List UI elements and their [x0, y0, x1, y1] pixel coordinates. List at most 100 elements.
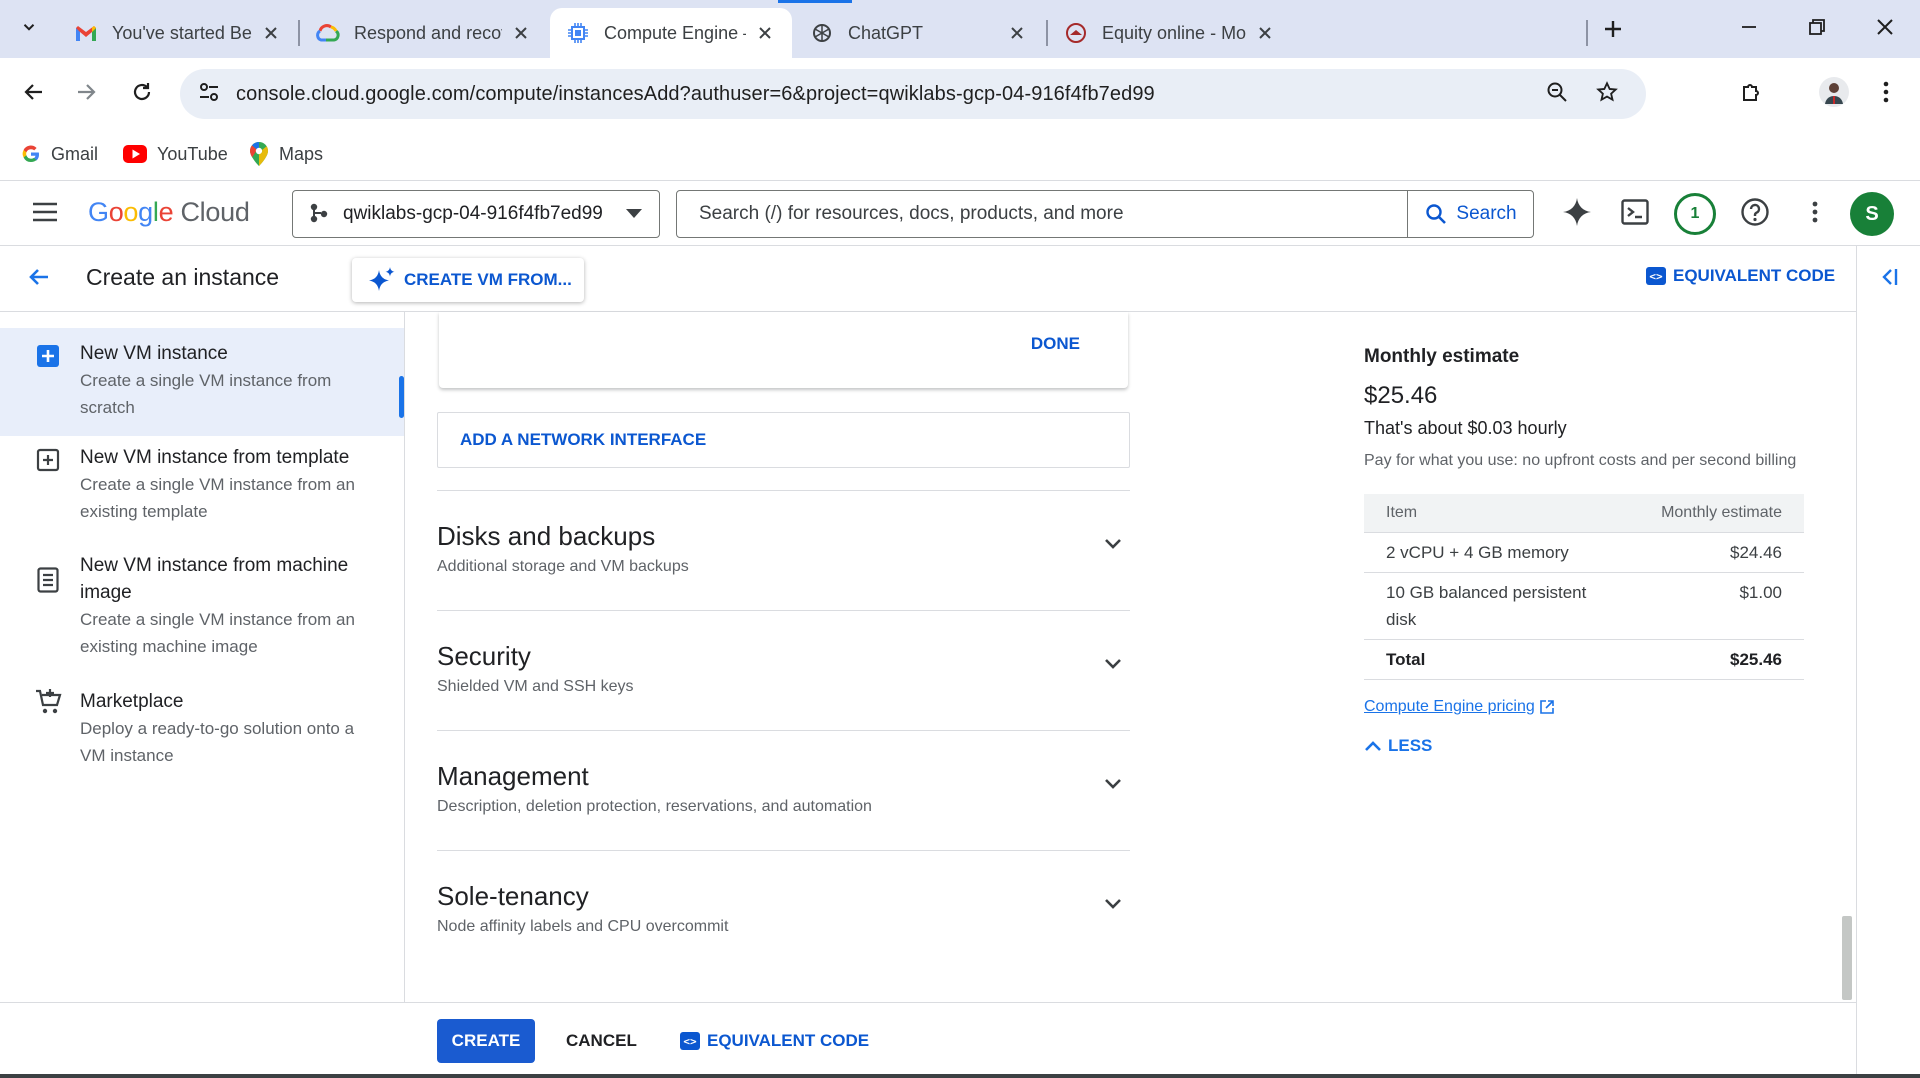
equivalent-code-label: EQUIVALENT CODE [1673, 266, 1836, 285]
row-cost: $1.00 [1624, 572, 1804, 640]
browser-menu-button[interactable] [1866, 74, 1906, 114]
browser-tab-gmail[interactable]: You've started Beginner: C [58, 8, 298, 58]
create-vm-from-button[interactable]: CREATE VM FROM... [352, 258, 584, 302]
restore-icon [1808, 18, 1826, 41]
section-management[interactable]: Management Description, deletion protect… [437, 730, 1130, 850]
nav-item-title: Marketplace [80, 691, 184, 712]
instance-form: DONE ADD A NETWORK INTERFACE Disks and b… [406, 312, 1156, 1002]
section-security[interactable]: Security Shielded VM and SSH keys [437, 610, 1130, 730]
gemini-button[interactable] [1558, 195, 1596, 233]
sparkle-icon [1562, 197, 1592, 232]
console-search[interactable]: Search (/) for resources, docs, products… [676, 190, 1534, 238]
monthly-estimate-total: $25.46 [1364, 382, 1438, 409]
compute-engine-icon [566, 21, 590, 45]
forward-button[interactable] [66, 74, 106, 114]
back-button[interactable] [14, 74, 54, 114]
close-icon[interactable] [510, 22, 532, 44]
browser-tab-compute-engine[interactable]: Compute Engine – qwikla [550, 8, 792, 58]
close-icon[interactable] [260, 22, 282, 44]
main-menu-button[interactable] [26, 195, 64, 233]
nav-new-vm-from-machine-image[interactable]: New VM instance from machine image Creat… [0, 550, 404, 680]
section-disks-and-backups[interactable]: Disks and backups Additional storage and… [437, 490, 1130, 610]
section-sole-tenancy[interactable]: Sole-tenancy Node affinity labels and CP… [437, 850, 1130, 970]
total-label: Total [1364, 639, 1624, 680]
more-options-button[interactable] [1796, 195, 1834, 233]
compute-engine-pricing-link[interactable]: Compute Engine pricing [1364, 698, 1554, 716]
bookmark-label: YouTube [157, 143, 228, 164]
equivalent-code-button[interactable]: <> EQUIVALENT CODE [1646, 266, 1835, 286]
help-icon [1740, 197, 1770, 232]
reload-button[interactable] [122, 74, 162, 114]
collapse-panel-button[interactable] [1875, 262, 1905, 296]
project-name: qwiklabs-gcp-04-916f4fb7ed99 [343, 203, 603, 224]
row-item: 2 vCPU + 4 GB memory [1364, 532, 1624, 573]
bookmark-gmail[interactable]: Gmail [20, 140, 98, 168]
profile-button[interactable] [1814, 74, 1854, 114]
nav-new-vm-instance[interactable]: New VM instance Create a single VM insta… [0, 328, 404, 436]
notifications-badge[interactable]: 1 [1674, 193, 1716, 235]
total-cost: $25.46 [1624, 639, 1804, 680]
expand-chevron-icon[interactable] [1098, 529, 1128, 559]
billing-note: Pay for what you use: no upfront costs a… [1364, 452, 1797, 469]
restore-button[interactable] [1794, 10, 1840, 48]
page-back-button[interactable] [20, 260, 58, 298]
browser-tab-chatgpt[interactable]: ChatGPT [794, 8, 1044, 58]
minimize-icon [1740, 18, 1758, 41]
extensions-button[interactable] [1732, 74, 1772, 114]
project-picker[interactable]: qwiklabs-gcp-04-916f4fb7ed99 [292, 190, 660, 238]
minimize-button[interactable] [1726, 10, 1772, 48]
column-header-item: Item [1364, 494, 1624, 533]
url-text[interactable]: console.cloud.google.com/compute/instanc… [236, 69, 1155, 119]
close-icon[interactable] [1254, 22, 1276, 44]
expand-chevron-icon[interactable] [1098, 649, 1128, 679]
nav-item-title: New VM instance from template [80, 447, 350, 468]
reload-icon [130, 80, 154, 109]
new-tab-button[interactable] [1596, 14, 1630, 48]
account-avatar[interactable]: S [1850, 192, 1894, 236]
arrow-left-icon [22, 80, 46, 109]
chatgpt-icon [810, 21, 834, 45]
add-network-interface-button[interactable]: ADD A NETWORK INTERFACE [437, 412, 1130, 468]
cancel-button[interactable]: CANCEL [566, 1031, 637, 1051]
search-input[interactable]: Search (/) for resources, docs, products… [677, 191, 1407, 237]
cloud-shell-button[interactable] [1616, 195, 1654, 233]
logo-cloud-text: Cloud [180, 197, 250, 227]
expand-chevron-icon[interactable] [1098, 769, 1128, 799]
close-icon[interactable] [1006, 22, 1028, 44]
zoom-button[interactable] [1540, 77, 1574, 111]
google-cloud-logo[interactable]: Google Cloud [88, 197, 250, 228]
tab-search-button[interactable] [10, 10, 48, 48]
done-button[interactable]: DONE [1031, 334, 1080, 354]
page-scrollbar[interactable] [1842, 916, 1852, 1000]
code-icon: <> [680, 1032, 700, 1050]
nav-marketplace[interactable]: Marketplace Deploy a ready-to-go solutio… [0, 688, 404, 788]
nav-item-desc: Create a single VM instance from an exis… [80, 475, 355, 521]
nav-item-desc: Create a single VM instance from an exis… [80, 610, 355, 656]
equivalent-code-bottom-button[interactable]: <> EQUIVALENT CODE [680, 1031, 869, 1051]
nav-new-vm-from-template[interactable]: New VM instance from template Create a s… [0, 442, 404, 542]
browser-tab-equity[interactable]: Equity online - More thar [1048, 8, 1292, 58]
add-box-outline-icon [34, 446, 62, 474]
site-info-button[interactable] [192, 77, 226, 111]
plus-icon [1603, 19, 1623, 44]
less-toggle-button[interactable]: LESS [1364, 736, 1432, 756]
bookmark-youtube[interactable]: YouTube [122, 140, 228, 168]
address-bar[interactable]: console.cloud.google.com/compute/instanc… [180, 69, 1646, 119]
bookmark-maps[interactable]: Maps [248, 140, 323, 168]
network-interface-card: DONE [439, 312, 1128, 388]
help-button[interactable] [1736, 195, 1774, 233]
open-in-new-icon [1539, 700, 1554, 714]
close-window-button[interactable] [1862, 10, 1908, 48]
browser-tab-cloud-skills[interactable]: Respond and recover fro [300, 8, 548, 58]
search-button[interactable]: Search [1407, 191, 1533, 237]
create-button[interactable]: CREATE [437, 1019, 535, 1063]
cart-icon [34, 688, 62, 716]
expand-chevron-icon[interactable] [1098, 889, 1128, 919]
close-icon[interactable] [754, 22, 776, 44]
pricing-table: Item Monthly estimate 2 vCPU + 4 GB memo… [1364, 494, 1804, 680]
more-vert-icon [1883, 81, 1889, 108]
chevron-down-icon [20, 18, 38, 41]
section-title: Disks and backups [437, 521, 656, 551]
bookmark-star-button[interactable] [1590, 77, 1624, 111]
nav-item-title: New VM instance from machine image [80, 555, 349, 603]
